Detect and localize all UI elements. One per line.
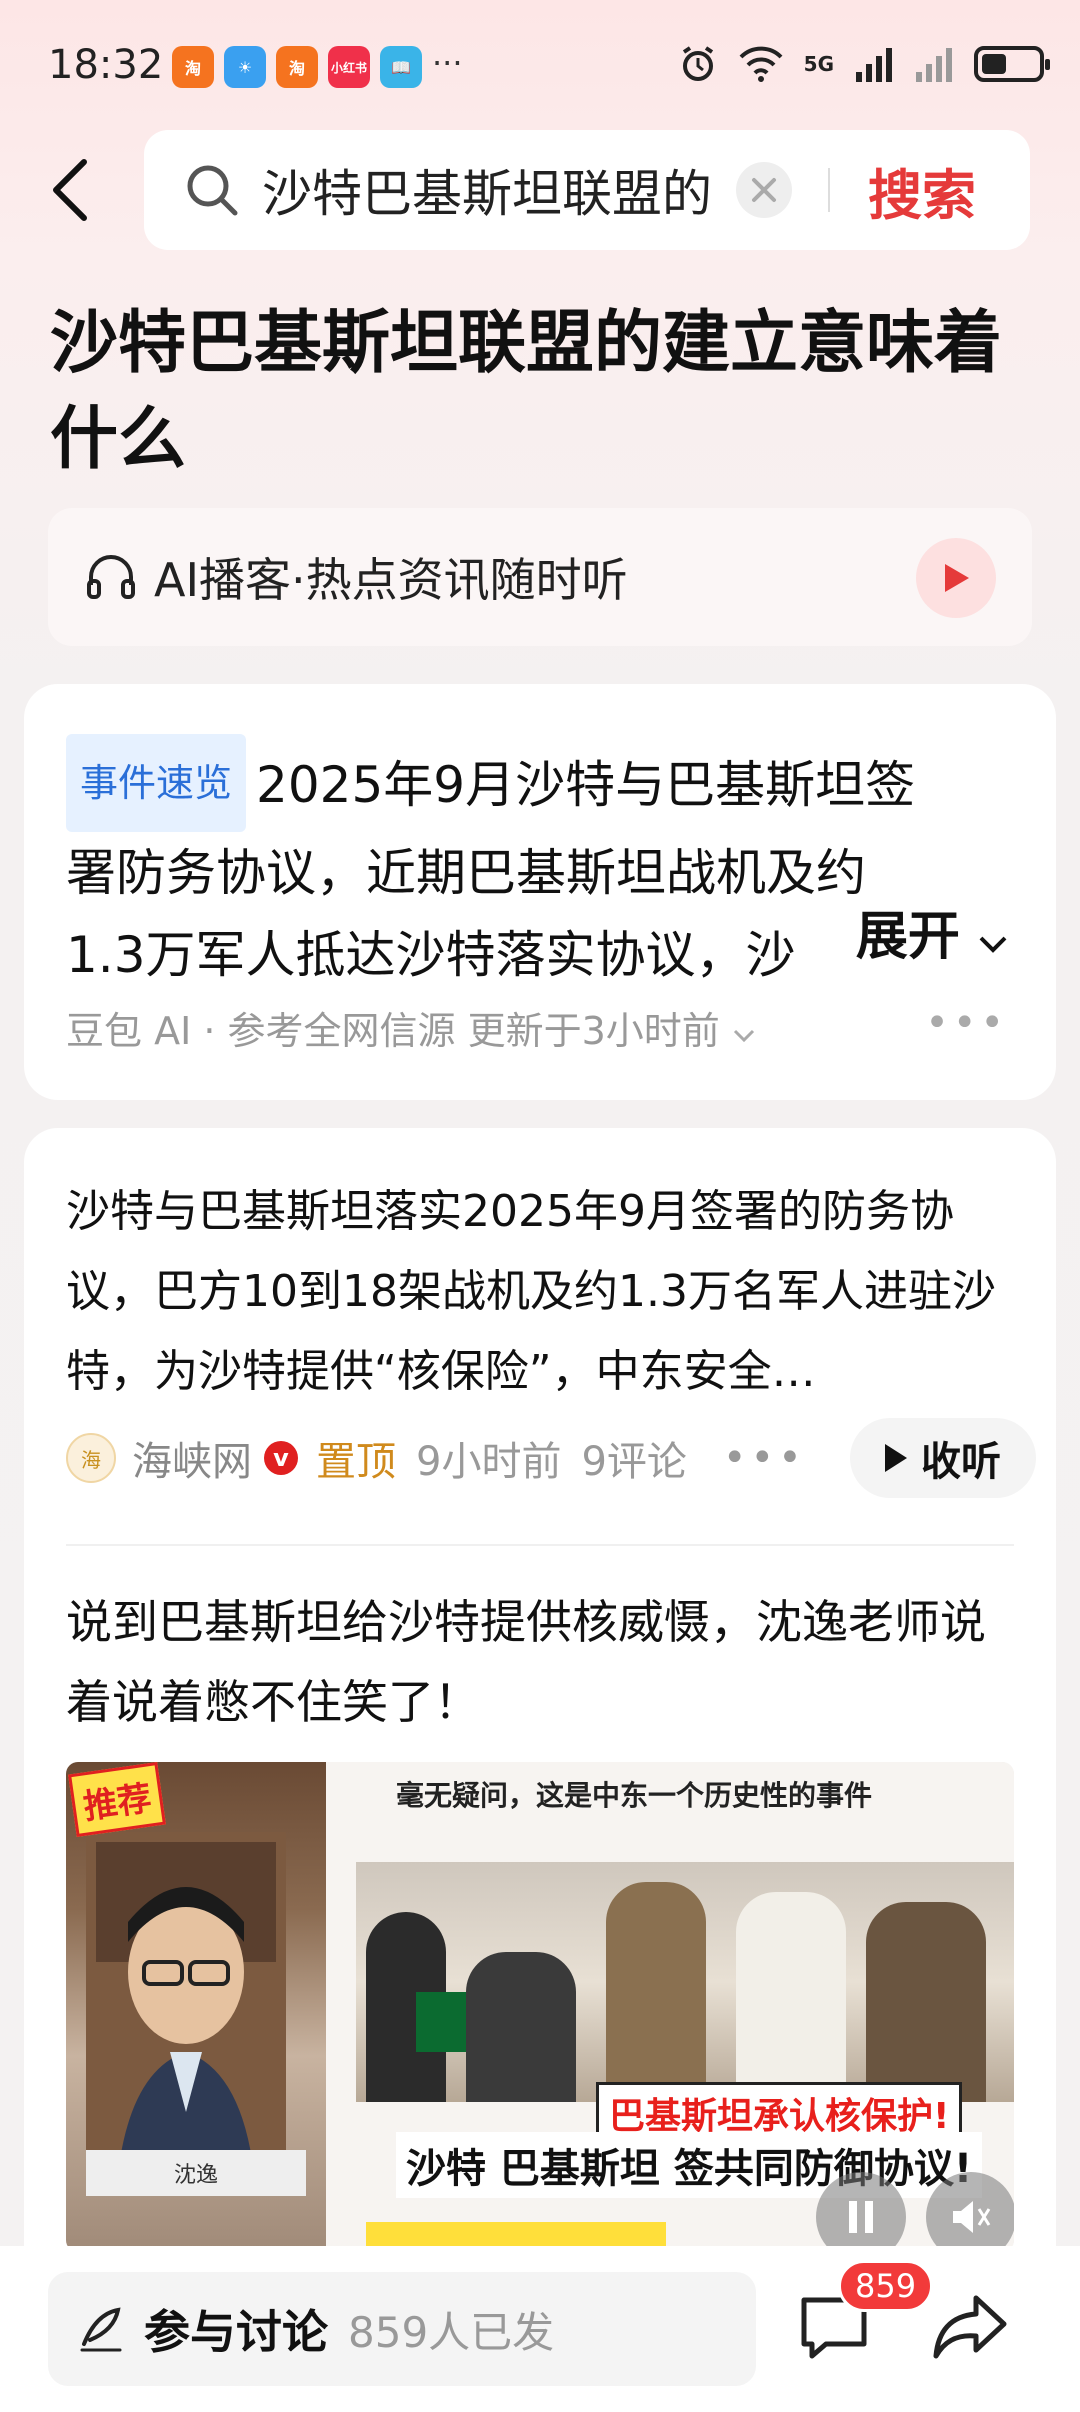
- summary-source: 豆包 AI · 参考全网信源 更新于3小时前: [66, 1009, 720, 1053]
- video-player[interactable]: 沈逸 推荐 毫无疑问，这是中东一个历史性的事件 巴基斯坦承认核保护! 沙特 巴基…: [66, 1762, 1014, 2252]
- play-icon: [945, 564, 969, 592]
- battery-icon: [974, 46, 1050, 82]
- expand-label: 展开: [855, 907, 960, 967]
- xiaohongshu-app-icon: 小红书: [328, 46, 370, 88]
- notification-app-icons: 淘 ☀ 淘 小红书 📖: [172, 46, 422, 88]
- expand-button[interactable]: 展开: [795, 894, 1008, 969]
- search-box[interactable]: 沙特巴基斯坦联盟的 搜索: [144, 130, 1030, 250]
- video-speaker-panel: 沈逸 推荐: [66, 1762, 326, 2252]
- listen-button[interactable]: 收听: [850, 1418, 1036, 1498]
- verified-badge-icon: v: [264, 1441, 298, 1475]
- event-tag: 事件速览: [66, 734, 247, 832]
- discuss-input[interactable]: 参与讨论 859人已发: [48, 2272, 756, 2386]
- event-summary-card[interactable]: 事件速览 2025年9月沙特与巴基斯坦签 署防务协议，近期巴基斯坦战机及约 1.3…: [24, 684, 1056, 1100]
- podcast-label: AI播客·热点资讯随时听: [154, 553, 628, 607]
- video-caption: 毫无疑问，这是中东一个历史性的事件: [396, 1779, 873, 1812]
- source-name[interactable]: 海峡网: [132, 1429, 252, 1487]
- back-button[interactable]: [40, 150, 100, 230]
- summary-line-3: 1.3万军人抵达沙特落实协议，沙: [66, 926, 796, 984]
- speaker-figure: [86, 1832, 286, 2192]
- discuss-count: 859人已发: [348, 2307, 555, 2357]
- back-arrow-icon: [53, 159, 87, 221]
- summary-line-1: 2025年9月沙特与巴基斯坦签: [256, 756, 916, 814]
- news-source-row: 海 海峡网 v 置顶 9小时前 9评论 ••• 收听: [66, 1418, 1036, 1498]
- clear-search-button[interactable]: [736, 162, 792, 218]
- close-icon: [752, 178, 776, 202]
- more-options-icon[interactable]: •••: [925, 1000, 1008, 1046]
- mute-button[interactable]: [926, 2172, 1014, 2252]
- more-notifications-icon: ···: [432, 44, 463, 82]
- search-input[interactable]: 沙特巴基斯坦联盟的: [262, 154, 722, 226]
- podcast-play-button[interactable]: [916, 538, 996, 618]
- search-button[interactable]: 搜索: [868, 151, 976, 230]
- status-time: 18:32: [48, 42, 164, 88]
- signal-2-icon: [916, 48, 952, 82]
- video-news-panel: 毫无疑问，这是中东一个历史性的事件 巴基斯坦承认核保护! 沙特 巴基斯坦 签共同…: [326, 1762, 1014, 2252]
- listen-label: 收听: [921, 1439, 1001, 1485]
- weather-app-icon: ☀: [224, 46, 266, 88]
- play-icon: [885, 1444, 907, 1472]
- post-time: 9小时前: [416, 1439, 562, 1485]
- share-icon[interactable]: [932, 2290, 1008, 2362]
- pause-icon: [849, 2201, 873, 2233]
- wifi-icon: [739, 46, 783, 82]
- news-article-1[interactable]: 沙特与巴基斯坦落实2025年9月签署的防务协议，巴方10到18架战机及约1.3万…: [66, 1172, 1026, 1412]
- alarm-icon: [682, 46, 713, 81]
- recommended-badge: 推荐: [68, 1762, 166, 1837]
- summary-line-2: 署防务协议，近期巴基斯坦战机及约: [66, 844, 866, 902]
- signing-scene-image: [356, 1862, 1014, 2102]
- search-divider: [828, 168, 830, 212]
- speaker-name-plate: 沈逸: [86, 2150, 306, 2196]
- mute-icon: [953, 2201, 991, 2233]
- taobao-app-icon: 淘: [172, 46, 214, 88]
- divider: [66, 1544, 1014, 1546]
- page-title: 沙特巴基斯坦联盟的建立意味着什么: [50, 304, 1003, 479]
- network-type: 5G: [803, 52, 834, 76]
- pause-button[interactable]: [816, 2172, 906, 2252]
- pen-icon: [80, 2307, 122, 2352]
- ai-podcast-bar[interactable]: AI播客·热点资讯随时听: [48, 508, 1032, 646]
- status-bar: 18:32 淘 ☀ 淘 小红书 📖 ··· 5G: [0, 0, 1080, 130]
- signal-icon: [856, 48, 892, 82]
- source-logo: 海: [66, 1433, 116, 1483]
- comment-count-badge: 859: [838, 2260, 934, 2312]
- bottom-bar: 参与讨论 859人已发 859: [0, 2246, 1080, 2412]
- more-options-icon[interactable]: •••: [723, 1435, 806, 1481]
- summary-meta[interactable]: 豆包 AI · 参考全网信源 更新于3小时前: [66, 1000, 756, 1055]
- comment-count: 9评论: [581, 1439, 687, 1485]
- news-article-2[interactable]: 说到巴基斯坦给沙特提供核威慑，沈逸老师说着说着憋不住笑了！: [66, 1582, 1026, 1742]
- headphones-icon: [87, 555, 135, 599]
- pinned-label: 置顶: [316, 1439, 396, 1485]
- reader-app-icon: 📖: [380, 46, 422, 88]
- status-right: 5G: [678, 44, 1050, 84]
- news-card: 沙特与巴基斯坦落实2025年9月签署的防务协议，巴方10到18架战机及约1.3万…: [24, 1128, 1056, 2412]
- chevron-down-icon: [733, 1029, 754, 1043]
- chevron-down-icon: [979, 936, 1007, 953]
- taobao-app-icon-2: 淘: [276, 46, 318, 88]
- search-icon: [187, 165, 238, 216]
- discuss-label: 参与讨论: [144, 2305, 328, 2359]
